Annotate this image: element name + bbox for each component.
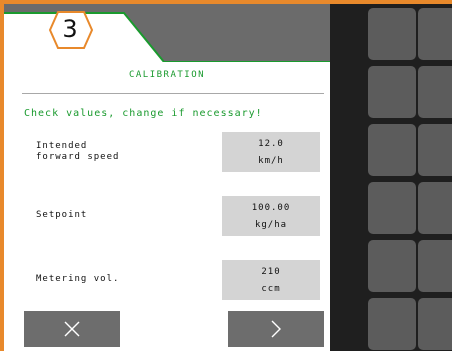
softkey-4[interactable]: [418, 66, 452, 118]
setpoint-field[interactable]: 100.00 kg/ha: [222, 196, 320, 236]
speed-unit: km/h: [258, 155, 284, 166]
softkey-7[interactable]: [368, 182, 416, 234]
step-number: 3: [62, 15, 78, 43]
softkey-panel: [366, 4, 452, 351]
page-title: CALIBRATION: [128, 70, 206, 80]
setpoint-label: Setpoint: [36, 210, 88, 220]
terminal-screen: 3 CALIBRATION Check values, change if ne…: [0, 0, 452, 351]
side-bezel: [330, 4, 366, 351]
title-divider: [22, 93, 324, 94]
cancel-button[interactable]: [24, 311, 120, 347]
speed-field[interactable]: 12.0 km/h: [222, 132, 320, 172]
speed-value: 12.0: [258, 138, 284, 149]
softkey-6[interactable]: [418, 124, 452, 176]
softkey-1[interactable]: [368, 8, 416, 60]
close-icon: [64, 321, 80, 337]
metering-label: Metering vol.: [36, 274, 120, 284]
softkey-10[interactable]: [418, 240, 452, 292]
metering-field[interactable]: 210 ccm: [222, 260, 320, 300]
speed-label: Intended forward speed: [36, 141, 120, 162]
metering-value: 210: [261, 266, 281, 277]
setpoint-value: 100.00: [251, 202, 291, 213]
metering-unit: ccm: [261, 283, 281, 294]
softkey-3[interactable]: [368, 66, 416, 118]
softkey-11[interactable]: [368, 298, 416, 350]
softkey-8[interactable]: [418, 182, 452, 234]
softkey-12[interactable]: [418, 298, 452, 350]
softkey-9[interactable]: [368, 240, 416, 292]
softkey-2[interactable]: [418, 8, 452, 60]
instruction-text: Check values, change if necessary!: [24, 108, 263, 119]
softkey-5[interactable]: [368, 124, 416, 176]
setpoint-unit: kg/ha: [254, 219, 288, 230]
next-button[interactable]: [228, 311, 324, 347]
chevron-right-icon: [271, 320, 281, 338]
